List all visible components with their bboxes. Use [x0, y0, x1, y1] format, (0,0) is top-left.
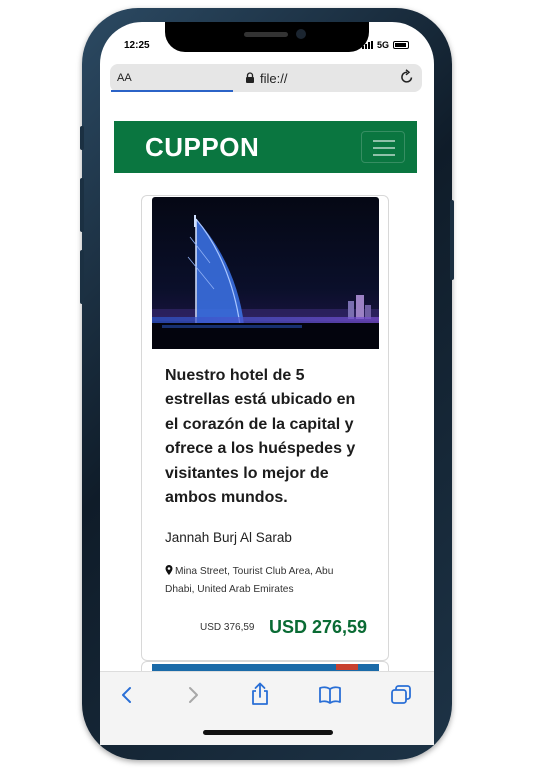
battery-icon: [393, 41, 410, 49]
text-size-button[interactable]: AA: [117, 72, 132, 84]
home-indicator: [203, 730, 333, 735]
status-indicators: 5G: [362, 40, 410, 50]
next-deal-photo-detail: [336, 664, 358, 670]
tabs-icon[interactable]: [390, 684, 412, 704]
volume-down-button: [80, 250, 84, 304]
bookmarks-icon[interactable]: [318, 686, 342, 704]
original-price: USD 376,59: [200, 622, 255, 633]
hotel-name: Jannah Burj Al Sarab: [165, 530, 292, 545]
volume-up-button: [80, 178, 84, 232]
hotel-photo: [152, 197, 379, 349]
back-icon[interactable]: [120, 686, 134, 704]
network-type: 5G: [377, 40, 390, 50]
menu-toggle-button[interactable]: [361, 131, 405, 163]
share-icon[interactable]: [250, 682, 270, 706]
lock-icon: [246, 72, 254, 83]
status-time: 12:25: [124, 40, 150, 51]
deal-description: Nuestro hotel de 5 estrellas está ubicad…: [165, 367, 356, 507]
power-button: [450, 200, 454, 280]
load-progress: [111, 90, 233, 92]
map-marker-icon: [165, 565, 173, 575]
reload-icon[interactable]: [400, 69, 414, 85]
address-text: Mina Street, Tourist Club Area, Abu Dhab…: [165, 566, 334, 595]
mute-switch: [80, 126, 84, 150]
hotel-address: Mina Street, Tourist Club Area, Abu Dhab…: [165, 563, 365, 599]
url-text[interactable]: file://: [260, 71, 287, 86]
discount-price: USD 276,59: [269, 617, 368, 637]
notch: [165, 22, 369, 52]
front-camera: [296, 29, 306, 39]
brand-logo[interactable]: CUPPON: [145, 132, 259, 163]
speaker-grille: [244, 32, 288, 37]
forward-icon[interactable]: [186, 686, 200, 704]
